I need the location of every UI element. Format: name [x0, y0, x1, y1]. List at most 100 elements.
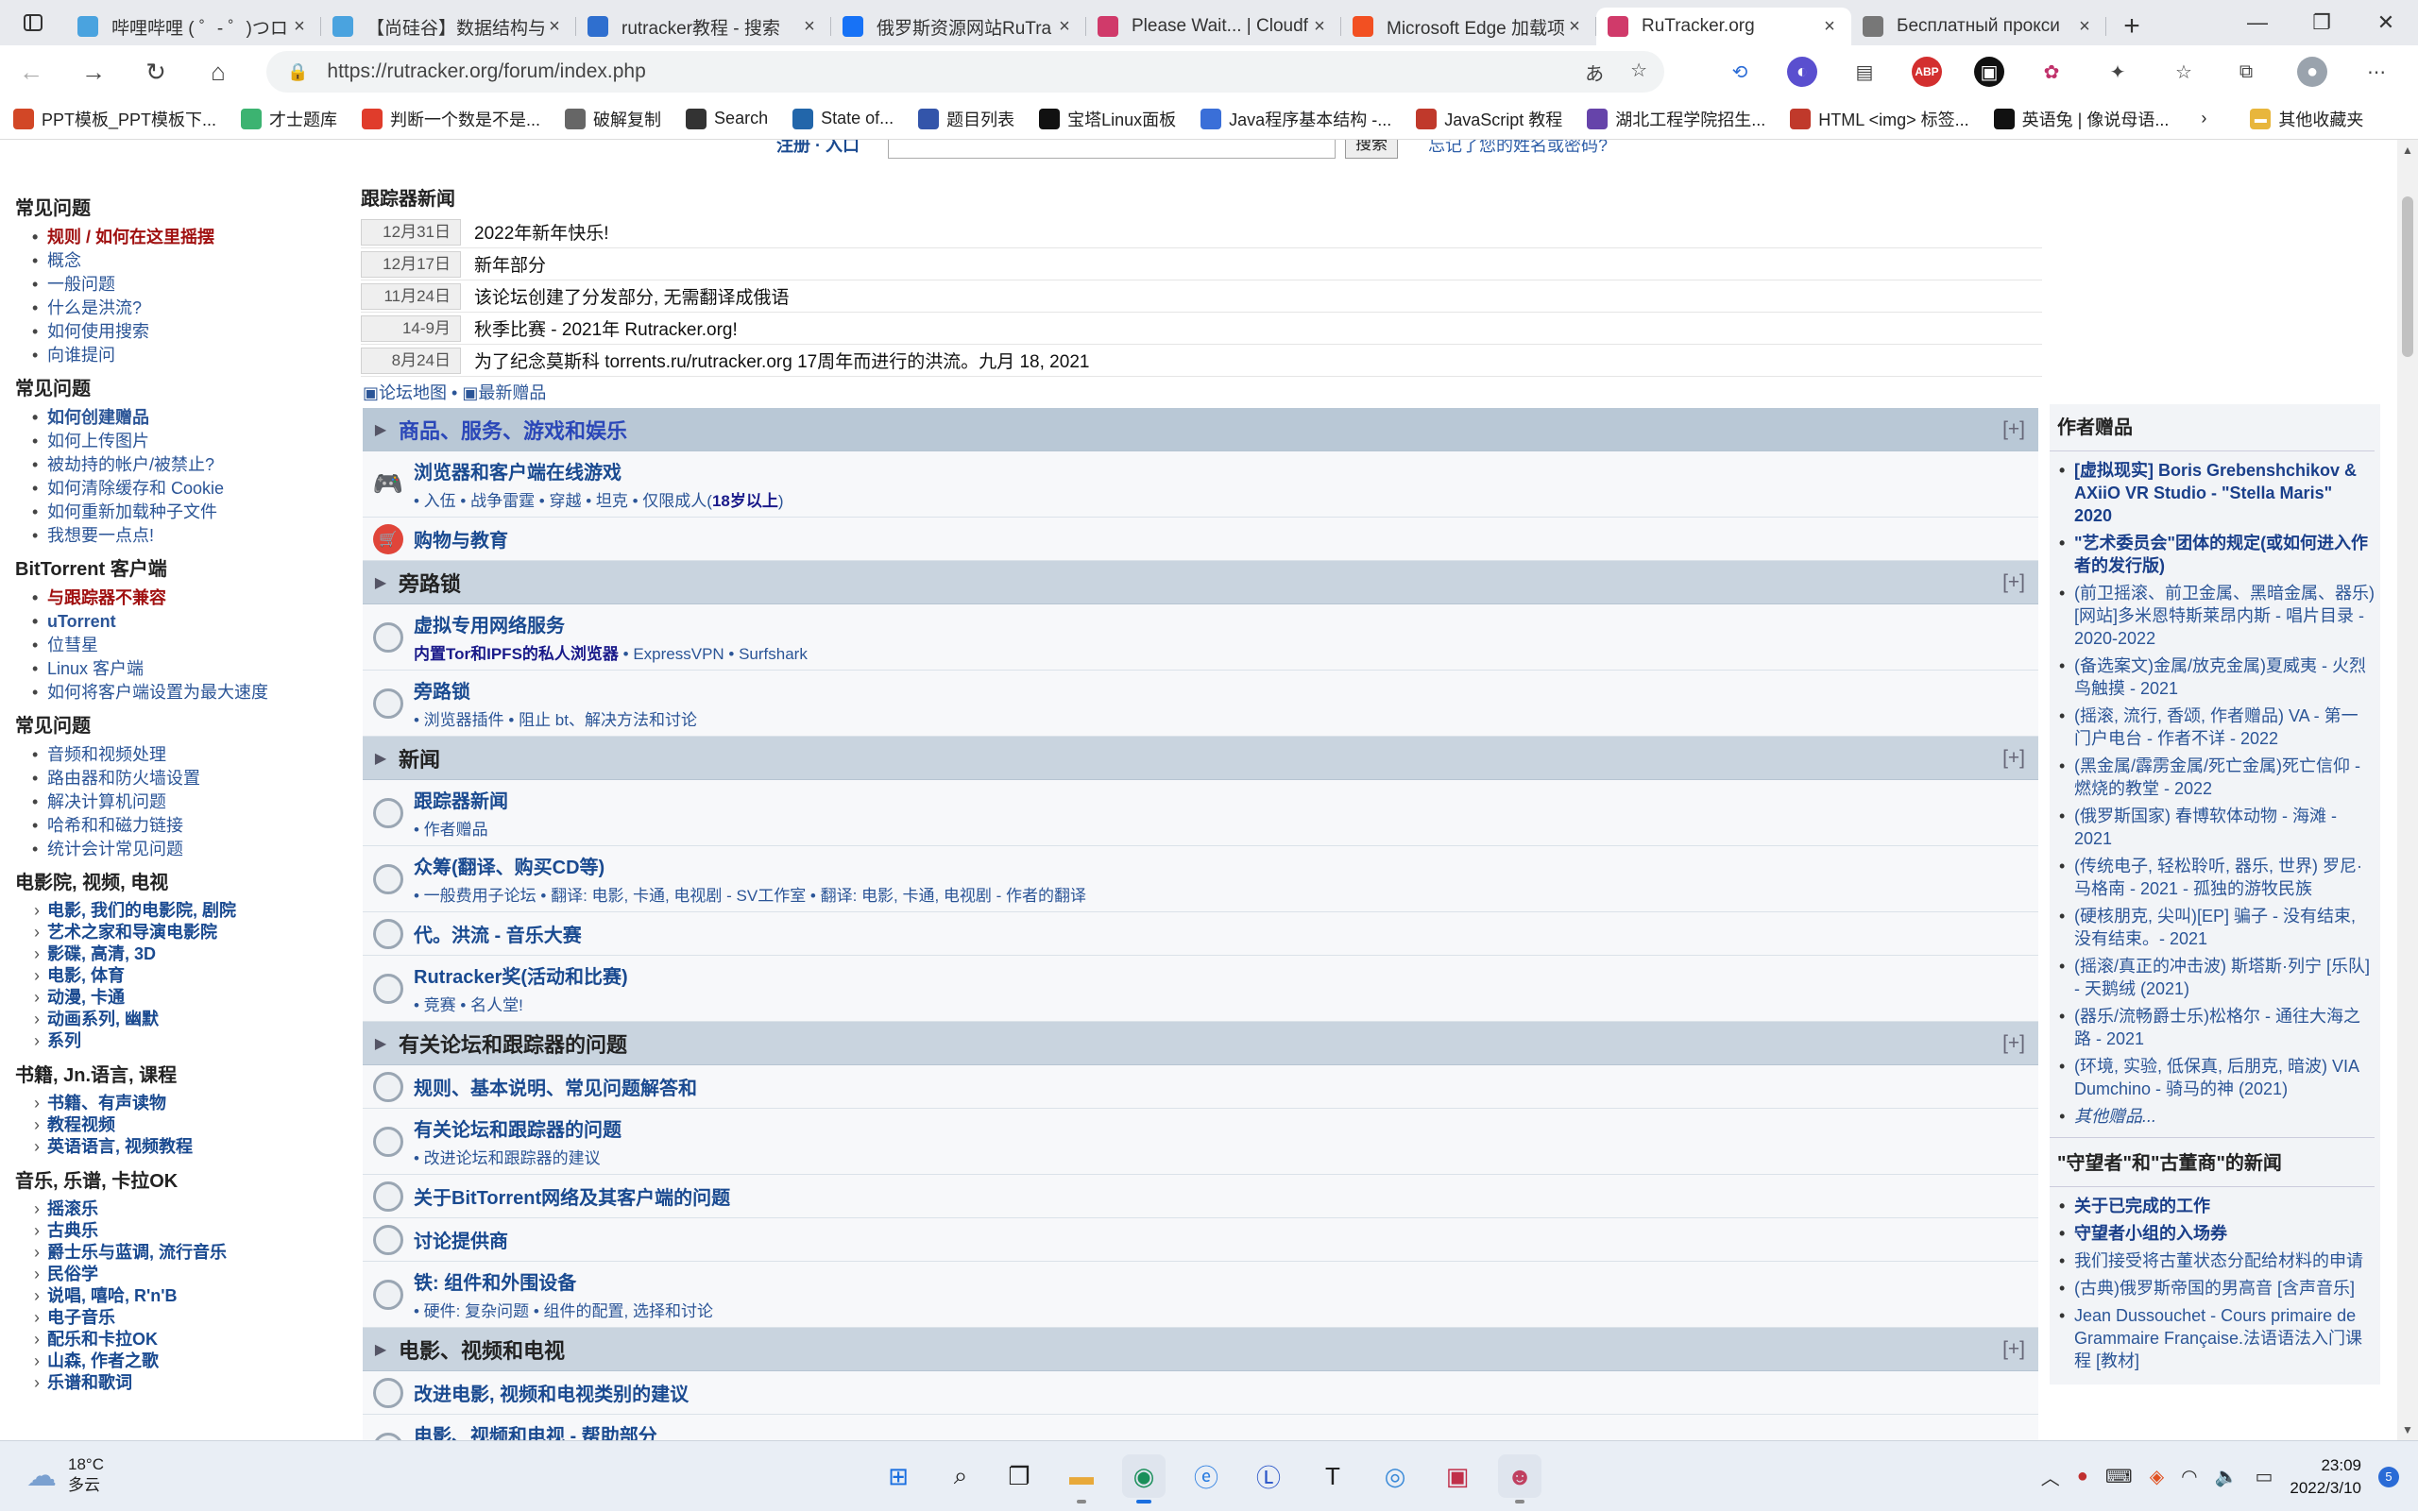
adblock-icon[interactable]: ABP	[1912, 57, 1942, 87]
giveaway-link[interactable]: "艺术委员会"团体的规定(或如何进入作者的发行版)	[2057, 532, 2375, 577]
sidebar-link[interactable]: 摇滚乐	[28, 1198, 355, 1220]
category-name[interactable]: 商品、服务、游戏和娱乐	[399, 415, 627, 445]
bookmark-item[interactable]: State of...	[792, 108, 894, 129]
giveaway-link[interactable]: (前卫摇滚、前卫金属、黑暗金属、器乐)[网站]多米恩特斯莱昂内斯 - 唱片目录 …	[2057, 582, 2375, 650]
bookmark-item[interactable]: HTML <img> 标签...	[1790, 107, 1969, 131]
minimize-button[interactable]: —	[2225, 0, 2290, 45]
close-tab-icon[interactable]: ×	[544, 16, 565, 38]
sidebar-link[interactable]: 如何创建赠品	[28, 406, 355, 430]
app-l-icon[interactable]: Ⓛ	[1247, 1454, 1290, 1498]
sidebar-link[interactable]: 位彗星	[28, 634, 355, 657]
expand-toggle[interactable]: [+]	[2002, 571, 2025, 594]
bookmark-item[interactable]: 湖北工程学院招生...	[1587, 107, 1765, 131]
subforum-links[interactable]: • 作者赠品	[414, 816, 508, 840]
profile-avatar-icon[interactable]: ●	[2297, 57, 2327, 87]
forum-link[interactable]: 铁: 组件和外围设备	[414, 1273, 576, 1294]
sidebar-link[interactable]: 如何清除缓存和 Cookie	[28, 477, 355, 501]
sidebar-link[interactable]: 配乐和卡拉OK	[28, 1329, 355, 1351]
sidebar-link[interactable]: 哈希和和磁力链接	[28, 814, 355, 838]
sidebar-link[interactable]: 民俗学	[28, 1264, 355, 1285]
sidebar-link[interactable]: 书籍、有声读物	[28, 1093, 355, 1114]
news-link[interactable]: 2022年新年快乐!	[461, 219, 609, 245]
edge-dev-icon[interactable]: ⓔ	[1184, 1454, 1228, 1498]
sidebar-link[interactable]: 路由器和防火墙设置	[28, 767, 355, 790]
category-header[interactable]: ▶ 电影、视频和电视 [+]	[363, 1328, 2038, 1371]
sidebar-link[interactable]: Linux 客户端	[28, 657, 355, 681]
forward-button[interactable]: →	[62, 45, 125, 98]
new-tab-button[interactable]: +	[2106, 8, 2157, 45]
typora-icon[interactable]: T	[1311, 1454, 1354, 1498]
sidebar-link[interactable]: 如何使用搜索	[28, 320, 355, 344]
expand-triangle-icon[interactable]: ▶	[363, 1340, 399, 1359]
expand-triangle-icon[interactable]: ▶	[363, 420, 399, 439]
sidebar-link[interactable]: 统计会计常见问题	[28, 838, 355, 861]
close-tab-icon[interactable]: ×	[2074, 16, 2095, 38]
news-link[interactable]: 秋季比赛 - 2021年 Rutracker.org!	[461, 315, 738, 341]
giveaway-link[interactable]: 关于已完成的工作	[2057, 1195, 2375, 1217]
category-name[interactable]: 旁路锁	[399, 568, 461, 598]
forum-link[interactable]: 众筹(翻译、购买CD等)	[414, 858, 604, 878]
sidebar-link[interactable]: 规则 / 如何在这里摇摆	[28, 226, 355, 249]
bookmarks-overflow-chevron-icon[interactable]: ›	[2201, 109, 2206, 128]
forum-link[interactable]: 浏览器和客户端在线游戏	[414, 463, 622, 484]
bookmark-item[interactable]: 判断一个数是不是...	[362, 107, 540, 131]
volume-icon[interactable]: 🔈	[2215, 1465, 2239, 1488]
sidebar-link[interactable]: 概念	[28, 249, 355, 273]
back-button[interactable]: ←	[0, 45, 62, 98]
favorite-star-icon[interactable]: ☆	[1630, 59, 1647, 86]
sidebar-link[interactable]: 如何重新加载种子文件	[28, 501, 355, 524]
search-input[interactable]	[888, 140, 1336, 159]
translate-icon[interactable]: あ	[1585, 59, 1604, 86]
bookmark-item[interactable]: 英语兔 | 像说母语...	[1993, 107, 2169, 131]
weather-widget[interactable]: ☁ 18°C 多云	[26, 1454, 104, 1496]
category-name[interactable]: 有关论坛和跟踪器的问题	[399, 1028, 627, 1059]
scroll-down-icon[interactable]: ▼	[2402, 1423, 2413, 1436]
tab-actions-button[interactable]	[0, 0, 66, 45]
sidebar-link[interactable]: 艺术之家和导演电影院	[28, 922, 355, 943]
subforum-links[interactable]: • 浏览器插件 • 阻止 bt、解决方法和讨论	[414, 706, 697, 730]
expand-triangle-icon[interactable]: ▶	[363, 1034, 399, 1053]
sidebar-link[interactable]: 系列	[28, 1030, 355, 1052]
forum-link[interactable]: 规则、基本说明、常见问题解答和	[414, 1079, 697, 1099]
giveaway-link[interactable]: (摇滚, 流行, 香颂, 作者赠品) VA - 第一门户电台 - 作者不详 - …	[2057, 705, 2375, 750]
bookmark-item[interactable]: 宝塔Linux面板	[1039, 107, 1176, 131]
address-bar[interactable]: 🔒 https://rutracker.org/forum/index.php …	[266, 51, 1664, 93]
giveaway-link[interactable]: 我们接受将古董状态分配给材料的申请	[2057, 1249, 2375, 1272]
favorites-icon[interactable]: ☆	[2169, 57, 2199, 87]
sidebar-link[interactable]: 我想要一点点!	[28, 524, 355, 548]
sidebar-link[interactable]: 教程视频	[28, 1114, 355, 1136]
tray-app-icon[interactable]: ●	[2077, 1466, 2088, 1487]
tray-orange-icon[interactable]: ◈	[2150, 1465, 2164, 1488]
giveaway-link[interactable]: (传统电子, 轻松聆听, 器乐, 世界) 罗尼·马格南 - 2021 - 孤独的…	[2057, 855, 2375, 900]
forum-link[interactable]: 关于BitTorrent网络及其客户端的问题	[414, 1188, 730, 1209]
browser-tab[interactable]: 俄罗斯资源网站RuTra ×	[831, 8, 1086, 45]
close-tab-icon[interactable]: ×	[1564, 16, 1585, 38]
giveaway-link[interactable]: (黑金属/霹雳金属/死亡金属)死亡信仰 - 燃烧的教堂 - 2022	[2057, 755, 2375, 800]
expand-toggle[interactable]: [+]	[2002, 1338, 2025, 1361]
sidebar-link[interactable]: uTorrent	[28, 610, 355, 634]
news-link[interactable]: 该论坛创建了分发部分, 无需翻译成俄语	[461, 283, 790, 309]
giveaway-link[interactable]: [虚拟现实] Boris Grebenshchikov & AXiiO VR S…	[2057, 459, 2375, 527]
forgot-password-link[interactable]: 忘记了您的姓名或密码?	[1428, 140, 1608, 157]
close-tab-icon[interactable]: ×	[1819, 16, 1840, 38]
sidebar-link[interactable]: 电子音乐	[28, 1307, 355, 1329]
sidebar-link[interactable]: 乐谱和歌词	[28, 1372, 355, 1394]
bookmark-item[interactable]: Java程序基本结构 -...	[1200, 107, 1391, 131]
sidebar-link[interactable]: 如何上传图片	[28, 430, 355, 453]
scrollbar-thumb[interactable]	[2402, 196, 2413, 357]
expand-toggle[interactable]: [+]	[2002, 747, 2025, 770]
reading-list-icon[interactable]: ▤	[1849, 57, 1880, 87]
sidebar-link[interactable]: 动画系列, 幽默	[28, 1009, 355, 1030]
sidebar-link[interactable]: 与跟踪器不兼容	[28, 586, 355, 610]
sidebar-link[interactable]: 电影, 体育	[28, 965, 355, 987]
avatar-app-icon[interactable]: ☻	[1498, 1454, 1541, 1504]
clock[interactable]: 23:09 2022/3/10	[2290, 1454, 2361, 1500]
start-windows-icon[interactable]: ⊞	[877, 1454, 920, 1498]
category-header[interactable]: ▶ 商品、服务、游戏和娱乐 [+]	[363, 408, 2038, 451]
forum-map-link[interactable]: 论坛地图	[379, 383, 447, 402]
sidebar-link[interactable]: 英语语言, 视频教程	[28, 1136, 355, 1158]
sidebar-link[interactable]: 影碟, 高清, 3D	[28, 943, 355, 965]
sidebar-link[interactable]: 什么是洪流?	[28, 297, 355, 320]
giveaway-link[interactable]: (环境, 实验, 低保真, 后朋克, 暗波) VIA Dumchino - 骑马…	[2057, 1055, 2375, 1100]
category-header[interactable]: ▶ 旁路锁 [+]	[363, 561, 2038, 604]
